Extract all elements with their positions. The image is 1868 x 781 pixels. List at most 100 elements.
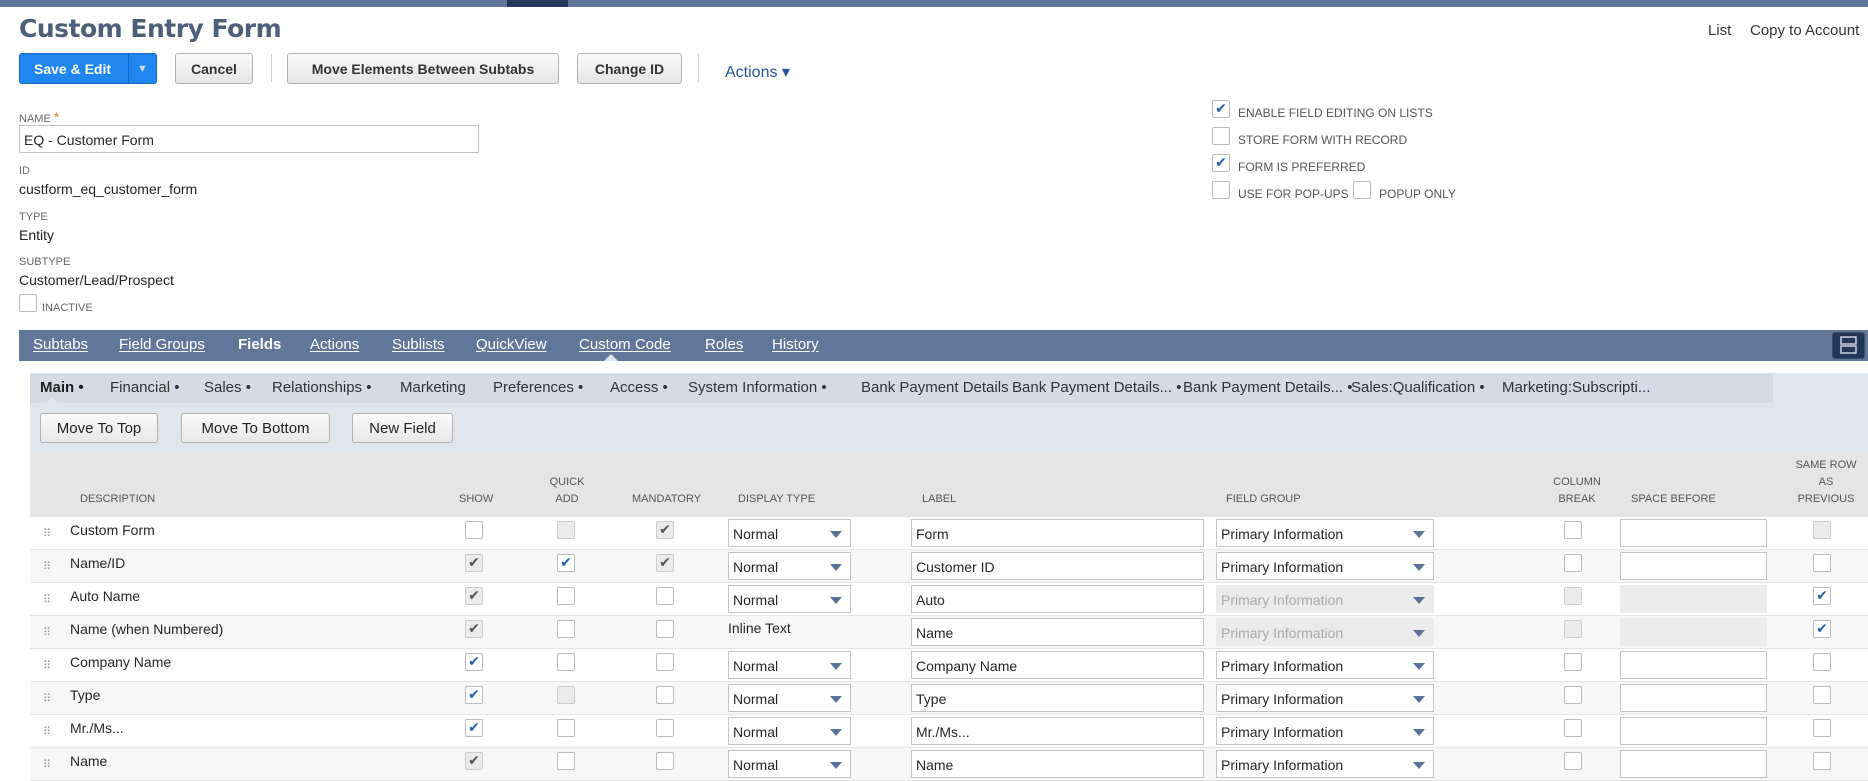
same-row-checkbox[interactable] (1813, 686, 1831, 704)
option-checkbox[interactable]: ✔ (1212, 100, 1230, 118)
change-id-button[interactable]: Change ID (577, 53, 682, 84)
drag-handle-icon[interactable]: ⠿ (43, 692, 51, 705)
quick-add-checkbox[interactable] (557, 653, 575, 671)
subtab-item[interactable]: Sales:Qualification • (1351, 379, 1485, 396)
column-break-checkbox[interactable] (1564, 653, 1582, 671)
subtab-item[interactable]: Marketing:Subscripti... (1502, 379, 1650, 396)
column-break-checkbox[interactable] (1564, 554, 1582, 572)
subtab-item[interactable]: Access • (610, 379, 668, 396)
field-group-select[interactable]: Primary Information (1216, 684, 1434, 712)
space-before-input[interactable] (1620, 717, 1767, 745)
tab-quickview[interactable]: QuickView (476, 336, 547, 353)
mandatory-checkbox[interactable] (656, 752, 674, 770)
move-to-top-button[interactable]: Move To Top (40, 413, 158, 443)
subtab-item[interactable]: Sales • (204, 379, 251, 396)
mandatory-checkbox[interactable]: ✔ (656, 554, 674, 572)
space-before-input[interactable] (1620, 552, 1767, 580)
label-input[interactable]: Mr./Ms... (911, 717, 1204, 745)
same-row-checkbox[interactable]: ✔ (1813, 620, 1831, 638)
quick-add-checkbox[interactable] (557, 587, 575, 605)
field-group-select[interactable]: Primary Information (1216, 552, 1434, 580)
label-input[interactable]: Auto (911, 585, 1204, 613)
mandatory-checkbox[interactable] (656, 686, 674, 704)
show-checkbox[interactable]: ✔ (465, 719, 483, 737)
option-checkbox[interactable]: ✔ (1212, 154, 1230, 172)
actions-menu[interactable]: Actions ▾ (725, 62, 790, 82)
display-type-select[interactable]: Normal (728, 552, 851, 580)
show-checkbox[interactable] (465, 521, 483, 539)
column-break-checkbox[interactable] (1564, 752, 1582, 770)
label-input[interactable]: Customer ID (911, 552, 1204, 580)
same-row-checkbox[interactable] (1813, 752, 1831, 770)
tab-history[interactable]: History (772, 336, 819, 353)
display-type-select[interactable]: Normal (728, 585, 851, 613)
space-before-input[interactable] (1620, 684, 1767, 712)
move-elements-button[interactable]: Move Elements Between Subtabs (287, 53, 559, 84)
show-checkbox[interactable]: ✔ (465, 653, 483, 671)
display-type-select[interactable]: Normal (728, 717, 851, 745)
field-group-select[interactable]: Primary Information (1216, 750, 1434, 778)
show-checkbox[interactable]: ✔ (465, 686, 483, 704)
drag-handle-icon[interactable]: ⠿ (43, 560, 51, 573)
display-type-select[interactable]: Normal (728, 750, 851, 778)
inactive-checkbox[interactable] (19, 294, 37, 312)
subtab-item[interactable]: Bank Payment Details (861, 379, 1009, 396)
quick-add-checkbox[interactable] (557, 752, 575, 770)
label-input[interactable]: Form (911, 519, 1204, 547)
subtab-item[interactable]: Bank Payment Details... • (1012, 379, 1182, 396)
same-row-checkbox[interactable] (1813, 554, 1831, 572)
subtab-item[interactable]: Relationships • (272, 379, 371, 396)
label-input[interactable]: Company Name (911, 651, 1204, 679)
field-group-select[interactable]: Primary Information (1216, 519, 1434, 547)
field-group-select[interactable]: Primary Information (1216, 717, 1434, 745)
field-group-select[interactable]: Primary Information (1216, 651, 1434, 679)
tab-actions[interactable]: Actions (310, 336, 359, 353)
list-link[interactable]: List (1708, 22, 1731, 39)
subtab-item[interactable]: Preferences • (493, 379, 583, 396)
drag-handle-icon[interactable]: ⠿ (43, 725, 51, 738)
mandatory-checkbox[interactable]: ✔ (656, 521, 674, 539)
subtab-item[interactable]: Marketing (400, 379, 466, 396)
same-row-checkbox[interactable]: ✔ (1813, 587, 1831, 605)
subtab-item[interactable]: System Information • (688, 379, 827, 396)
column-break-checkbox[interactable] (1564, 686, 1582, 704)
mandatory-checkbox[interactable] (656, 620, 674, 638)
mandatory-checkbox[interactable] (656, 587, 674, 605)
drag-handle-icon[interactable]: ⠿ (43, 593, 51, 606)
subtab-item[interactable]: Bank Payment Details... • (1183, 379, 1353, 396)
drag-handle-icon[interactable]: ⠿ (43, 626, 51, 639)
show-checkbox[interactable]: ✔ (465, 554, 483, 572)
quick-add-checkbox[interactable] (557, 719, 575, 737)
column-break-checkbox[interactable] (1564, 719, 1582, 737)
quick-add-checkbox[interactable]: ✔ (557, 554, 575, 572)
tab-field-groups[interactable]: Field Groups (119, 336, 205, 353)
same-row-checkbox[interactable] (1813, 719, 1831, 737)
space-before-input[interactable] (1620, 519, 1767, 547)
mandatory-checkbox[interactable] (656, 653, 674, 671)
tab-custom-code[interactable]: Custom Code (579, 336, 671, 353)
tab-sublists[interactable]: Sublists (392, 336, 445, 353)
label-input[interactable]: Name (911, 750, 1204, 778)
tab-subtabs[interactable]: Subtabs (33, 336, 88, 353)
option-checkbox[interactable] (1353, 181, 1371, 199)
label-input[interactable]: Type (911, 684, 1204, 712)
subtab-item[interactable]: Main • (40, 379, 84, 396)
same-row-checkbox[interactable] (1813, 653, 1831, 671)
option-checkbox[interactable] (1212, 127, 1230, 145)
label-input[interactable]: Name (911, 618, 1204, 646)
drag-handle-icon[interactable]: ⠿ (43, 659, 51, 672)
new-field-button[interactable]: New Field (352, 413, 453, 443)
copy-to-account-link[interactable]: Copy to Account (1750, 22, 1859, 39)
show-checkbox[interactable]: ✔ (465, 587, 483, 605)
tab-fields[interactable]: Fields (238, 336, 281, 353)
drag-handle-icon[interactable]: ⠿ (43, 758, 51, 771)
show-checkbox[interactable]: ✔ (465, 620, 483, 638)
space-before-input[interactable] (1620, 651, 1767, 679)
move-to-bottom-button[interactable]: Move To Bottom (181, 413, 330, 443)
column-break-checkbox[interactable] (1564, 521, 1582, 539)
save-edit-button[interactable]: Save & Edit ▼ (19, 53, 157, 84)
layout-toggle-icon[interactable] (1832, 332, 1865, 359)
drag-handle-icon[interactable]: ⠿ (43, 527, 51, 540)
subtab-item[interactable]: Financial • (110, 379, 179, 396)
display-type-select[interactable]: Normal (728, 684, 851, 712)
